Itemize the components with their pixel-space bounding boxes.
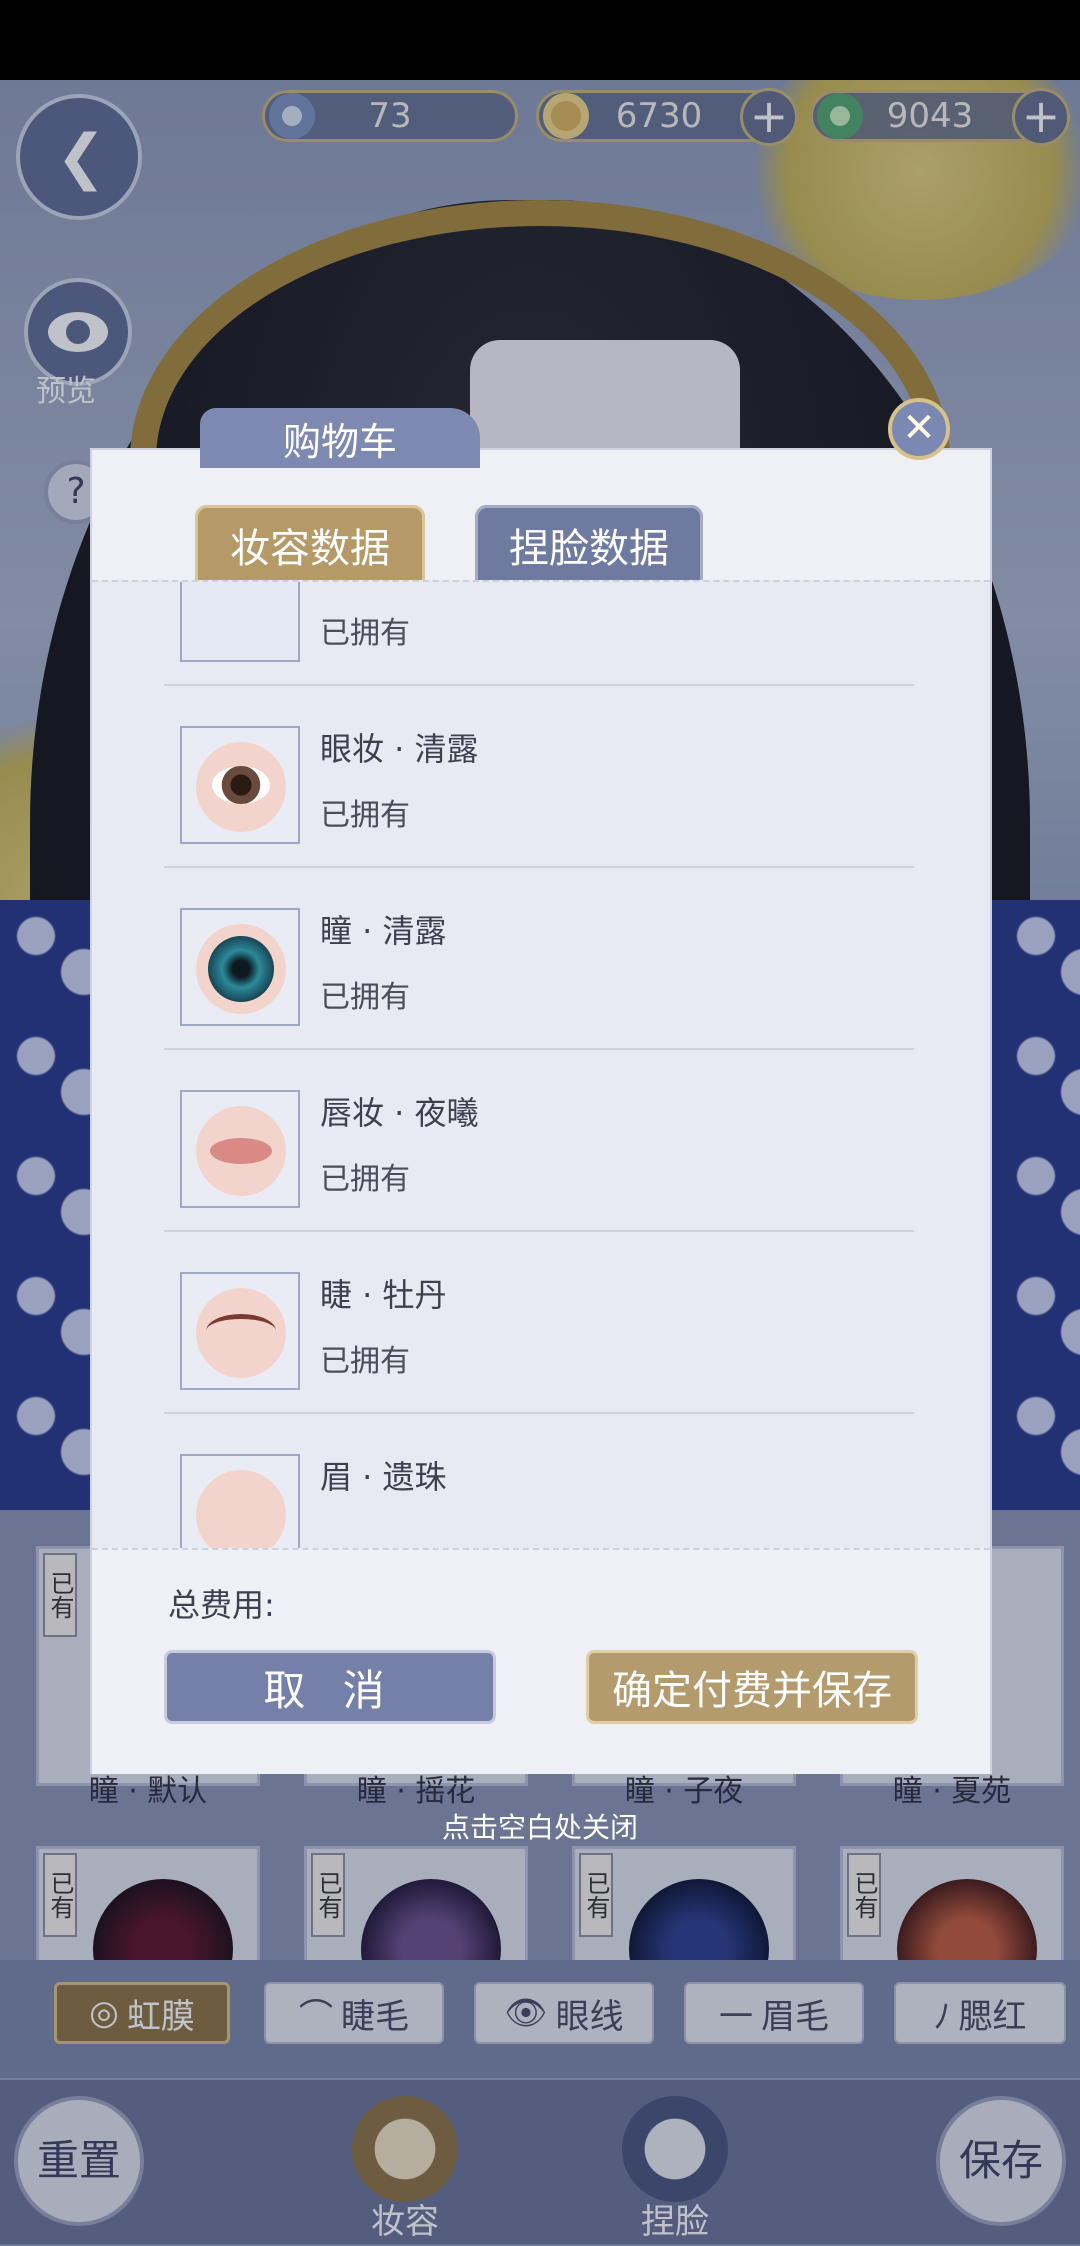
eyebrow-thumbnail [180, 1454, 300, 1550]
lip-makeup-thumbnail [180, 1090, 300, 1208]
confirm-pay-save-button[interactable]: 确定付费并保存 [586, 1650, 918, 1724]
tap-blank-to-close-hint: 点击空白处关闭 [441, 1811, 638, 1844]
decal-tear-thumbnail [180, 582, 300, 662]
cart-item: 睫 · 牡丹 已拥有 [164, 1230, 914, 1414]
total-cost-label: 总费用: [168, 1586, 275, 1624]
cart-item: 瞳 · 清露 已拥有 [164, 866, 914, 1050]
tab-face-data[interactable]: 捏脸数据 [475, 505, 703, 585]
pupil-thumbnail [180, 908, 300, 1026]
eye-makeup-thumbnail [180, 726, 300, 844]
close-button[interactable]: ✕ [888, 398, 950, 460]
cancel-button[interactable]: 取 消 [164, 1650, 496, 1724]
lash-thumbnail [180, 1272, 300, 1390]
cart-item: 眼妆 · 清露 已拥有 [164, 684, 914, 868]
cart-item: 唇妆 · 夜曦 已拥有 [164, 1048, 914, 1232]
status-bar [0, 0, 1080, 80]
cart-item: 眉 · 遗珠 [164, 1412, 914, 1550]
cart-item: 贴花 · 眼泪 已拥有 [164, 582, 914, 686]
tab-makeup-data[interactable]: 妆容数据 [195, 505, 425, 585]
dialog-title: 购物车 [200, 408, 480, 468]
cart-item-list[interactable]: 贴花 · 眼泪 已拥有 眼妆 · 清露 已拥有 瞳 · 清露 已拥有 唇妆 · … [92, 580, 990, 1550]
